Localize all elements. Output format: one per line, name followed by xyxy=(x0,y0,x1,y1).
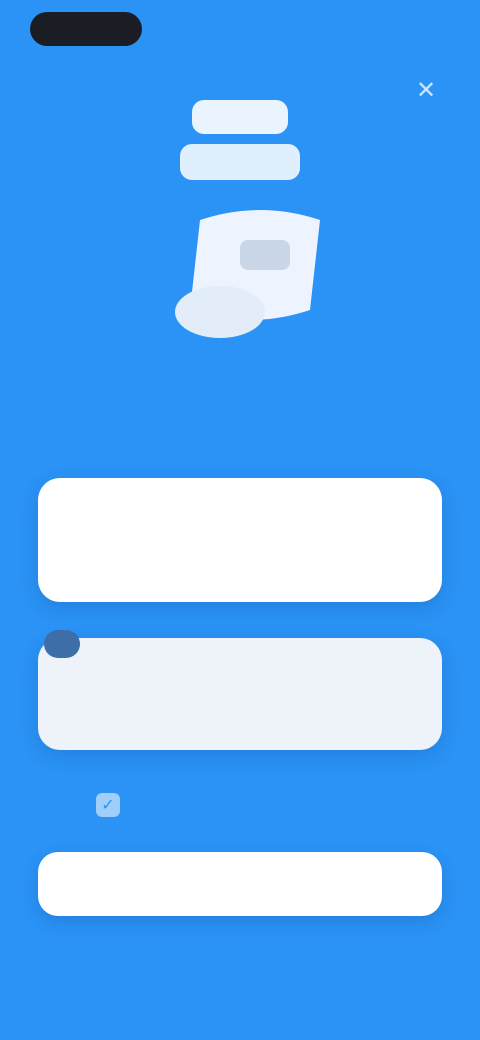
status-bar-pill xyxy=(30,12,142,46)
continue-button[interactable] xyxy=(38,852,442,916)
plan-card-annual[interactable] xyxy=(38,478,442,602)
close-icon: ✕ xyxy=(415,76,437,104)
restore-option-row[interactable]: ✓ xyxy=(96,790,396,820)
close-button[interactable]: ✕ xyxy=(412,76,440,104)
checkmark-icon[interactable]: ✓ xyxy=(96,793,120,817)
hero-illustration-icon xyxy=(175,210,320,338)
plan-badge xyxy=(44,630,80,658)
brand-logo-icon xyxy=(180,100,300,180)
plan-card-monthly[interactable] xyxy=(38,638,442,750)
